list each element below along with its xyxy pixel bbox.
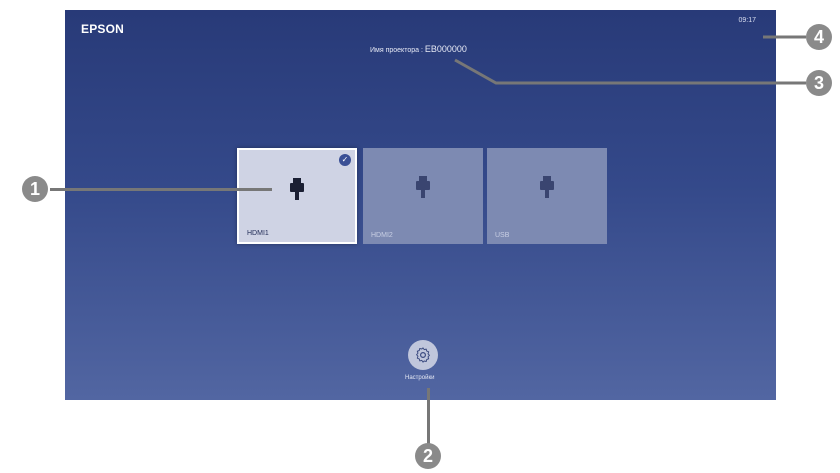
callout-marker-3: 3: [806, 70, 832, 96]
callout-marker-4: 4: [806, 24, 832, 50]
callout-line-3: [454, 35, 806, 85]
